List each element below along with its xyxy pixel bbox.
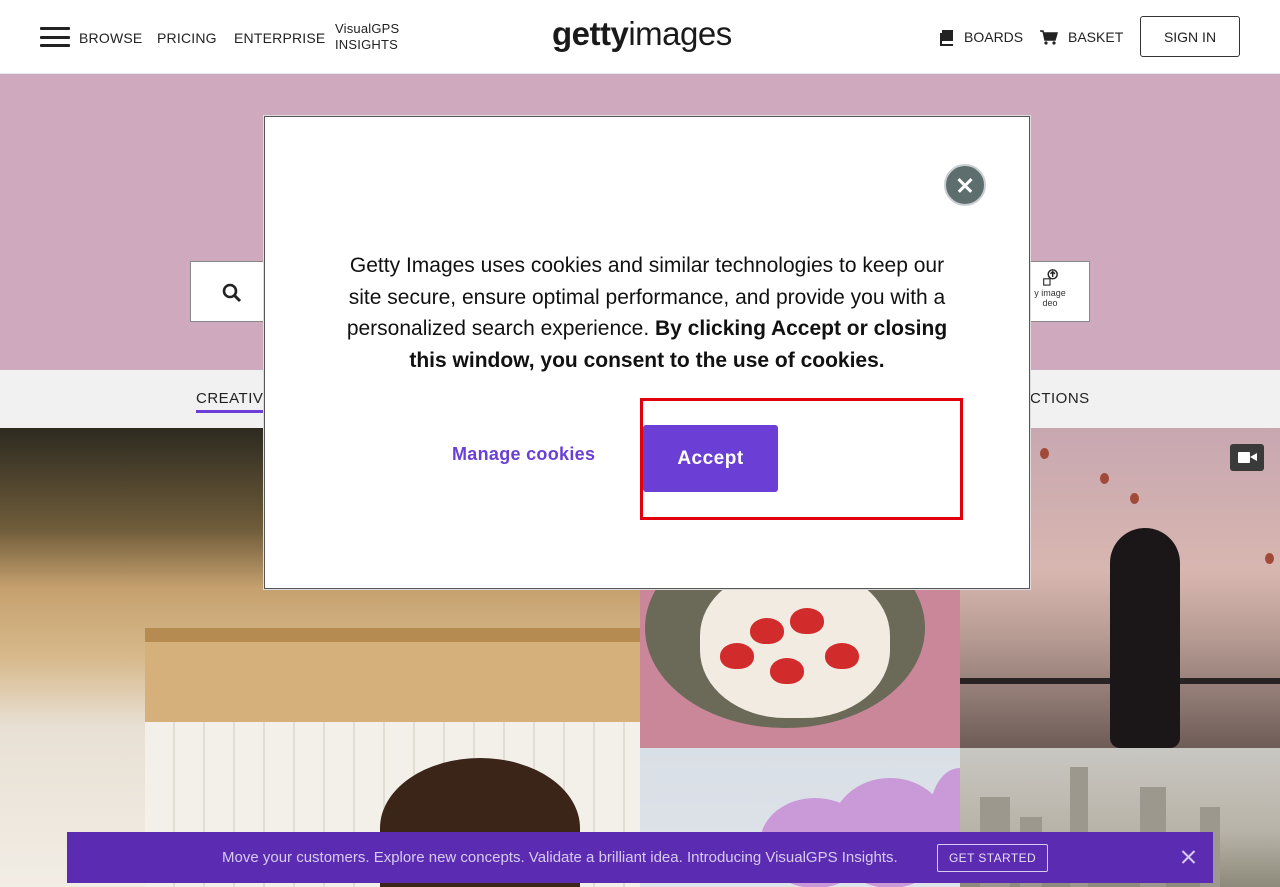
tab-creative[interactable]: CREATIV bbox=[196, 390, 264, 413]
search-icon[interactable] bbox=[222, 283, 242, 303]
nav-pricing[interactable]: PRICING bbox=[157, 30, 217, 46]
basket-link[interactable]: BASKET bbox=[1040, 29, 1123, 45]
get-started-button[interactable]: GET STARTED bbox=[937, 844, 1048, 872]
basket-label: BASKET bbox=[1068, 29, 1124, 45]
nav-browse[interactable]: BROWSE bbox=[79, 30, 142, 46]
tab-collections[interactable]: CTIONS bbox=[1030, 390, 1090, 407]
promo-text: Move your customers. Explore new concept… bbox=[222, 849, 898, 866]
nav-enterprise[interactable]: ENTERPRISE bbox=[234, 30, 325, 46]
boards-icon bbox=[940, 30, 954, 46]
site-header: BROWSE PRICING ENTERPRISE VisualGPS INSI… bbox=[0, 0, 1280, 74]
manage-cookies-link[interactable]: Manage cookies bbox=[452, 444, 595, 465]
sign-in-button[interactable]: SIGN IN bbox=[1140, 16, 1240, 57]
nav-visualgps-insights[interactable]: VisualGPS INSIGHTS bbox=[335, 21, 399, 53]
logo-bold: getty bbox=[552, 15, 629, 52]
boards-link[interactable]: BOARDS bbox=[940, 29, 1024, 46]
highlight-box bbox=[640, 398, 963, 520]
video-camera-icon bbox=[1230, 444, 1264, 471]
logo-light: images bbox=[628, 15, 732, 52]
gettyimages-logo[interactable]: gettyimages bbox=[552, 15, 732, 53]
cart-icon bbox=[1040, 29, 1058, 45]
close-dialog-icon[interactable] bbox=[944, 164, 986, 206]
strawberry-pie-photo[interactable] bbox=[640, 588, 960, 748]
nav-visualgps-line1: VisualGPS bbox=[335, 21, 400, 36]
close-icon[interactable] bbox=[1180, 849, 1196, 865]
boards-label: BOARDS bbox=[964, 29, 1024, 45]
upload-icon bbox=[1043, 269, 1058, 286]
menu-icon[interactable] bbox=[40, 27, 70, 47]
cookie-message: Getty Images uses cookies and similar te… bbox=[340, 250, 954, 376]
nav-visualgps-line2: INSIGHTS bbox=[335, 37, 398, 52]
